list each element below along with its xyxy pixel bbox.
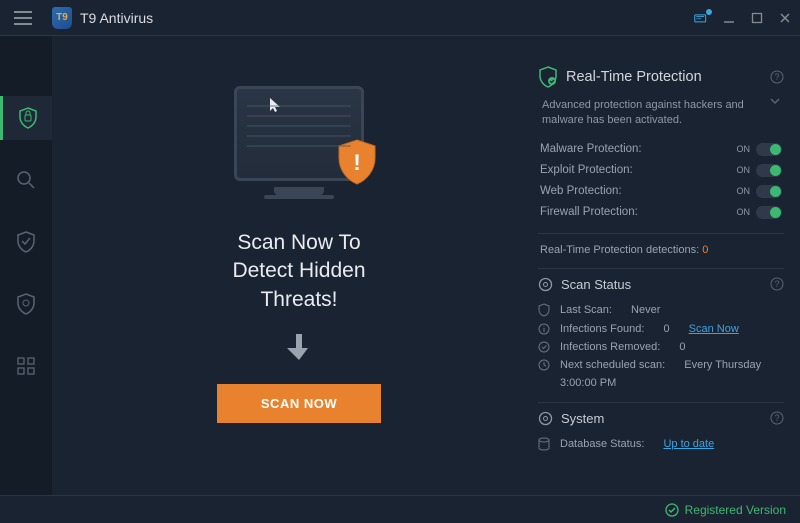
scan-now-link[interactable]: Scan Now bbox=[689, 323, 739, 335]
detections-label: Real-Time Protection detections: bbox=[540, 244, 699, 256]
minimize-button[interactable] bbox=[722, 11, 736, 25]
help-icon[interactable]: ? bbox=[770, 411, 784, 425]
main-content: ! Scan Now To Detect Hidden Threats! SCA… bbox=[52, 36, 800, 495]
system-header: System ? bbox=[538, 411, 784, 426]
sidebar-item-shield-gear[interactable] bbox=[0, 282, 52, 326]
help-icon[interactable]: ? bbox=[770, 70, 784, 84]
realtime-header: Real-Time Protection ? bbox=[538, 66, 784, 88]
infections-removed-value: 0 bbox=[679, 341, 685, 353]
svg-text:?: ? bbox=[774, 279, 779, 289]
protection-row-web: Web Protection: ON bbox=[538, 181, 784, 202]
help-icon[interactable]: ? bbox=[770, 277, 784, 291]
last-scan-label: Last Scan: bbox=[560, 304, 612, 316]
down-arrow-icon bbox=[286, 332, 312, 362]
last-scan-value: Never bbox=[631, 304, 660, 316]
close-button[interactable] bbox=[778, 11, 792, 25]
shield-small-icon bbox=[538, 303, 552, 317]
titlebar: T9 T9 Antivirus bbox=[0, 0, 800, 36]
realtime-title: Real-Time Protection bbox=[566, 69, 702, 85]
app-title: T9 Antivirus bbox=[80, 10, 153, 26]
toggle-firewall[interactable] bbox=[756, 206, 782, 219]
maximize-button[interactable] bbox=[750, 11, 764, 25]
clock-icon bbox=[538, 359, 552, 371]
monitor-illustration: ! bbox=[234, 86, 364, 181]
database-icon bbox=[538, 437, 552, 451]
toggle-web[interactable] bbox=[756, 185, 782, 198]
cursor-icon bbox=[269, 97, 281, 113]
scan-status-header: Scan Status ? bbox=[538, 277, 784, 292]
protection-row-firewall: Firewall Protection: ON bbox=[538, 202, 784, 223]
status-panel: Real-Time Protection ? Advanced protecti… bbox=[534, 66, 788, 485]
registered-label: Registered Version bbox=[685, 503, 786, 517]
db-status-label: Database Status: bbox=[560, 438, 644, 450]
gear-icon bbox=[538, 411, 553, 426]
infections-found-label: Infections Found: bbox=[560, 323, 644, 335]
detections-count: 0 bbox=[702, 244, 708, 256]
realtime-subtext: Advanced protection against hackers and … bbox=[542, 98, 764, 129]
toggle-exploit[interactable] bbox=[756, 164, 782, 177]
info-icon bbox=[538, 323, 552, 335]
svg-text:!: ! bbox=[353, 150, 360, 175]
sidebar-item-apps[interactable] bbox=[0, 344, 52, 388]
db-status-link[interactable]: Up to date bbox=[663, 438, 714, 450]
hero-panel: ! Scan Now To Detect Hidden Threats! SCA… bbox=[64, 66, 534, 485]
sidebar-item-scan[interactable] bbox=[0, 158, 52, 202]
next-scan-time: 3:00:00 PM bbox=[538, 374, 784, 392]
chevron-down-icon[interactable] bbox=[770, 98, 780, 129]
sidebar-item-shield-check[interactable] bbox=[0, 220, 52, 264]
scan-now-button[interactable]: SCAN NOW bbox=[217, 384, 381, 423]
next-scan-label: Next scheduled scan: bbox=[560, 359, 665, 371]
check-circle-icon bbox=[538, 341, 552, 353]
svg-text:?: ? bbox=[774, 413, 779, 423]
sidebar bbox=[0, 36, 52, 495]
sidebar-item-protection[interactable] bbox=[0, 96, 52, 140]
next-scan-value: Every Thursday bbox=[684, 359, 761, 371]
shield-check-icon bbox=[538, 66, 558, 88]
shield-logo-icon: T9 bbox=[52, 7, 72, 29]
toggle-malware[interactable] bbox=[756, 143, 782, 156]
menu-button[interactable] bbox=[8, 3, 38, 33]
promo-icon[interactable] bbox=[694, 11, 708, 25]
protection-row-malware: Malware Protection: ON bbox=[538, 139, 784, 160]
shield-warning-icon: ! bbox=[335, 138, 379, 188]
infections-removed-label: Infections Removed: bbox=[560, 341, 660, 353]
check-circle-icon bbox=[665, 503, 679, 517]
hero-headline: Scan Now To Detect Hidden Threats! bbox=[232, 229, 365, 314]
protection-row-exploit: Exploit Protection: ON bbox=[538, 160, 784, 181]
svg-text:?: ? bbox=[774, 72, 779, 82]
gear-icon bbox=[538, 277, 553, 292]
infections-found-value: 0 bbox=[663, 323, 669, 335]
app-logo: T9 T9 Antivirus bbox=[52, 7, 153, 29]
footer: Registered Version bbox=[0, 495, 800, 523]
